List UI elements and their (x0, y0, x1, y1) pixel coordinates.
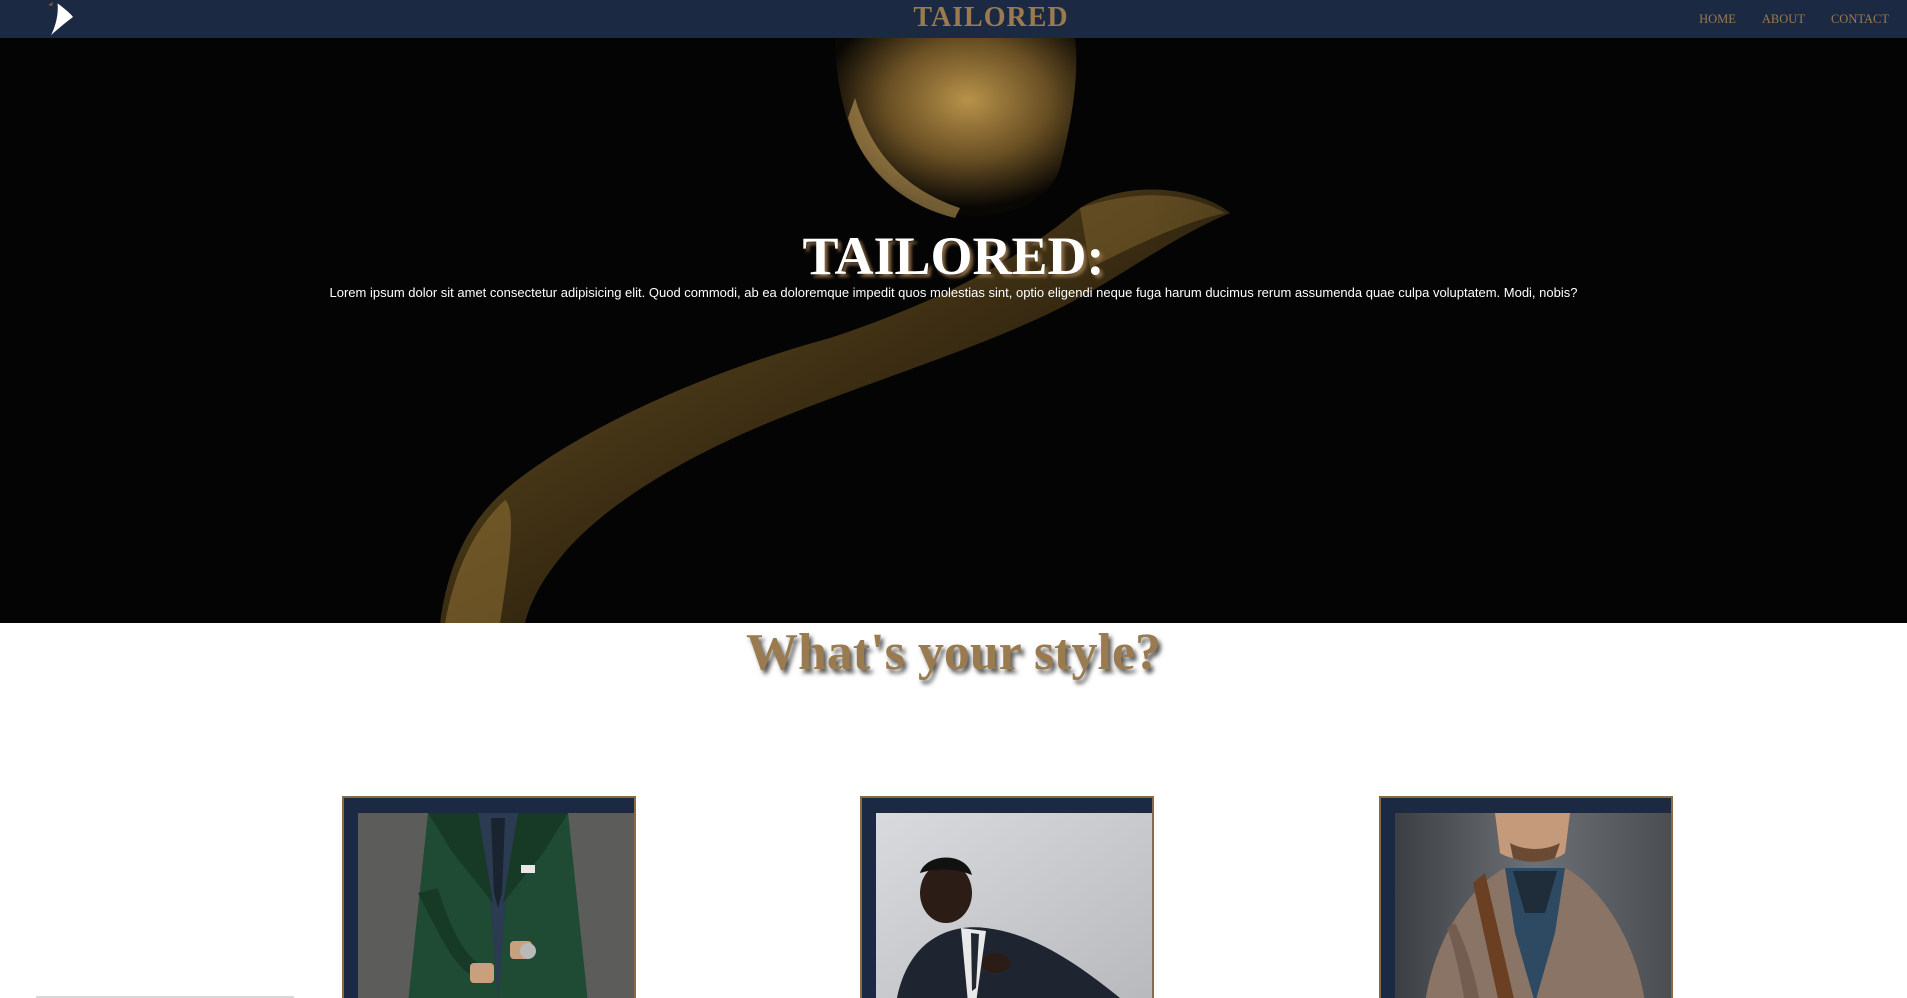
nav-links: HOME ABOUT CONTACT (1699, 0, 1889, 38)
tweed-jacket-photo (1395, 813, 1671, 998)
hero-description: Lorem ipsum dolor sit amet consectetur a… (329, 285, 1578, 300)
style-section-title: What's your style? (745, 624, 1162, 681)
nav-link-contact[interactable]: CONTACT (1831, 12, 1889, 27)
nav-link-home[interactable]: HOME (1699, 12, 1736, 27)
dark-suit-photo (876, 813, 1152, 998)
brand-title[interactable]: TAILORED (913, 2, 1068, 33)
top-navbar: TAILORED HOME ABOUT CONTACT (0, 0, 1907, 38)
feather-logo-icon[interactable] (40, 0, 76, 38)
style-card-tweed-jacket[interactable] (1379, 796, 1673, 998)
style-card-dark-suit[interactable] (860, 796, 1154, 998)
hero-title: TAILORED: (802, 226, 1105, 286)
nav-link-about[interactable]: ABOUT (1762, 12, 1805, 27)
hero-banner: TAILORED: Lorem ipsum dolor sit amet con… (0, 38, 1907, 623)
style-card-green-suit[interactable] (342, 796, 636, 998)
hero-background-image (0, 38, 1907, 623)
green-suit-photo (358, 813, 634, 998)
